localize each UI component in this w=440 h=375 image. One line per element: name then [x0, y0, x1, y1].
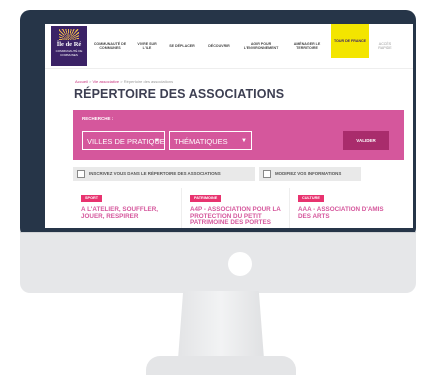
- nav-item-tour-de-france[interactable]: TOUR DE FRANCE: [331, 24, 369, 58]
- association-title[interactable]: A4P - ASSOCIATION POUR LA PROTECTION DU …: [190, 206, 282, 227]
- theme-select[interactable]: THÉMATIQUES ▼: [169, 131, 252, 150]
- register-association-label: INSCRIVEZ VOUS DANS LE RÉPERTOIRE DES AS…: [89, 171, 221, 176]
- modify-info-button[interactable]: MODIFIEZ VOS INFORMATIONS: [259, 167, 361, 181]
- monitor-stand: [178, 291, 264, 359]
- breadcrumb-separator: >: [120, 79, 123, 84]
- association-title[interactable]: A L'ATELIER, SOUFFLER, JOUER, RESPIRER: [81, 206, 173, 220]
- nav-item-amenager[interactable]: AMÉNAGER LE TERRITOIRE: [287, 34, 327, 58]
- category-tag: CULTURE: [298, 195, 324, 202]
- main-nav: COMMUNAUTÉ DE COMMUNES VIVRE SUR L'ILE S…: [91, 24, 413, 58]
- breadcrumb-home[interactable]: Accueil: [75, 79, 88, 84]
- site-header: Île de Ré COMMUNAUTÉ DE COMMUNES COMMUNA…: [45, 24, 413, 69]
- search-panel: RECHERCHE : VILLES DE PRATIQUE ▼ THÉMATI…: [73, 110, 404, 160]
- nav-item-decouvrir[interactable]: DÉCOUVRIR: [203, 34, 235, 58]
- power-button-icon: [228, 252, 252, 276]
- monitor-stand-base: [146, 356, 296, 375]
- checkbox-icon: [263, 170, 271, 178]
- screen: Île de Ré COMMUNAUTÉ DE COMMUNES COMMUNA…: [45, 24, 413, 228]
- site-logo[interactable]: Île de Ré COMMUNAUTÉ DE COMMUNES: [51, 26, 87, 66]
- nav-item-acces-rapide[interactable]: ACCÈS RAPIDE: [373, 34, 397, 58]
- search-label: RECHERCHE :: [82, 116, 114, 121]
- breadcrumb-current: Répertoire des associations: [123, 79, 174, 84]
- chevron-down-icon: ▼: [241, 138, 247, 144]
- breadcrumb: Accueil > Vie associative > Répertoire d…: [75, 79, 173, 84]
- association-card[interactable]: SPORT A L'ATELIER, SOUFFLER, JOUER, RESP…: [73, 188, 177, 228]
- chevron-down-icon: ▼: [154, 138, 160, 144]
- logo-subtitle: COMMUNAUTÉ DE COMMUNES: [55, 49, 83, 57]
- nav-item-vivre[interactable]: VIVRE SUR L'ILE: [133, 34, 161, 58]
- breadcrumb-section[interactable]: Vie associative: [93, 79, 120, 84]
- association-card[interactable]: CULTURE AAA - ASSOCIATION D'AMIS DES ART…: [289, 188, 394, 228]
- nav-item-communaute[interactable]: COMMUNAUTÉ DE COMMUNES: [91, 34, 129, 58]
- page-title: RÉPERTOIRE DES ASSOCIATIONS: [74, 87, 285, 101]
- register-association-button[interactable]: INSCRIVEZ VOUS DANS LE RÉPERTOIRE DES AS…: [73, 167, 255, 181]
- nav-item-environnement[interactable]: AGIR POUR L'ENVIRONNEMENT: [239, 34, 283, 58]
- breadcrumb-separator: >: [89, 79, 92, 84]
- theme-select-value: THÉMATIQUES: [174, 137, 228, 146]
- monitor-chin: [20, 232, 416, 293]
- category-tag: PATRIMOINE: [190, 195, 222, 202]
- logo-name: Île de Ré: [56, 41, 82, 48]
- city-select[interactable]: VILLES DE PRATIQUE ▼: [82, 131, 165, 150]
- nav-item-deplacer[interactable]: SE DÉPLACER: [165, 34, 199, 58]
- checkbox-icon: [77, 170, 85, 178]
- sun-burst-icon: [59, 29, 79, 40]
- modify-info-label: MODIFIEZ VOS INFORMATIONS: [275, 171, 342, 176]
- validate-button[interactable]: VALIDER: [343, 131, 389, 150]
- association-title[interactable]: AAA - ASSOCIATION D'AMIS DES ARTS: [298, 206, 390, 220]
- association-card[interactable]: PATRIMOINE A4P - ASSOCIATION POUR LA PRO…: [181, 188, 286, 228]
- category-tag: SPORT: [81, 195, 103, 202]
- association-cards: SPORT A L'ATELIER, SOUFFLER, JOUER, RESP…: [73, 188, 404, 228]
